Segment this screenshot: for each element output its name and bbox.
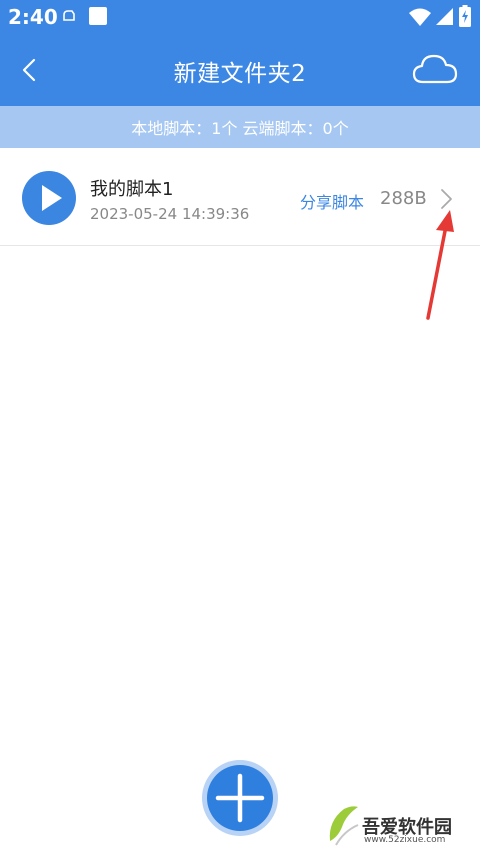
wifi-icon — [409, 8, 431, 26]
cloud-button[interactable] — [412, 52, 458, 86]
page-title: 新建文件夹2 — [173, 61, 307, 87]
watermark-url: www.52zixue.com — [364, 835, 446, 845]
summary-text: 本地脚本：1个 云端脚本：0个 — [131, 119, 349, 138]
signal-icon — [436, 8, 453, 25]
share-script-button[interactable]: 分享脚本 — [300, 189, 364, 213]
status-bar: 2:40 — [0, 0, 480, 34]
cloud-icon — [412, 54, 458, 84]
cloud-sync-icon — [63, 10, 75, 21]
add-script-button[interactable] — [202, 760, 278, 836]
script-count-summary: 本地脚本：1个 云端脚本：0个 — [0, 106, 480, 148]
script-size: 288B — [380, 188, 427, 209]
app-header: 新建文件夹2 — [0, 34, 480, 106]
battery-icon — [459, 5, 471, 27]
list-item[interactable]: 我的脚本1 2023-05-24 14:39:36 分享脚本 288B — [0, 150, 480, 246]
annotation-arrow-icon — [426, 210, 454, 320]
script-timestamp: 2023-05-24 14:39:36 — [90, 205, 250, 223]
plus-icon — [215, 773, 265, 823]
script-name: 我的脚本1 — [90, 179, 174, 200]
watermark: 吾爱软件园 www.52zixue.com — [324, 799, 474, 849]
play-icon — [42, 185, 62, 211]
square-notification-icon — [89, 7, 107, 25]
play-script-button[interactable] — [22, 171, 76, 225]
status-time: 2:40 — [8, 5, 58, 29]
watermark-logo-icon — [329, 806, 359, 846]
